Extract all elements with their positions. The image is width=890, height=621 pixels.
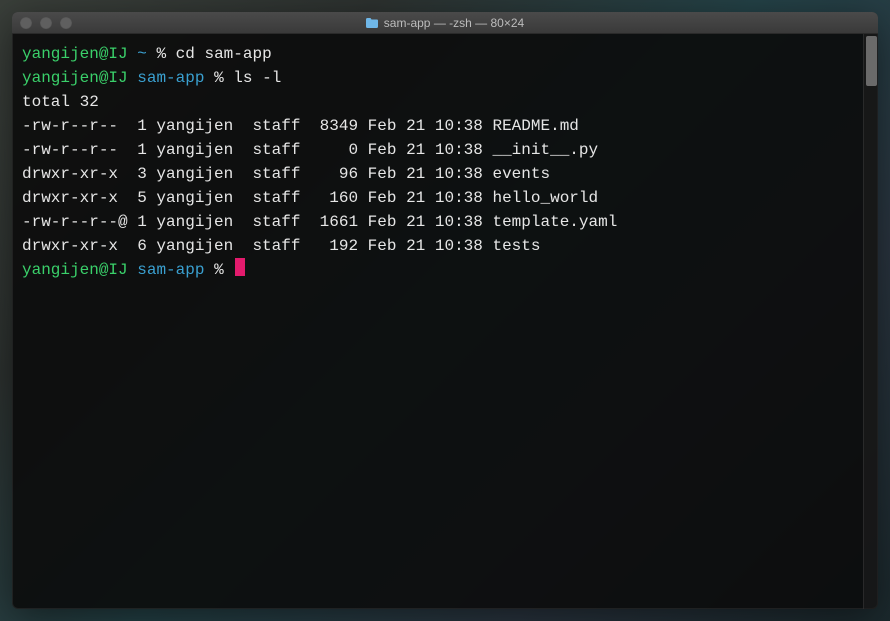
scrollbar-thumb[interactable] (866, 36, 877, 86)
prompt-line: yangijen@IJ sam-app % ls -l (22, 66, 853, 90)
terminal-window: sam-app — -zsh — 80×24 yangijen@IJ ~ % c… (12, 12, 878, 609)
ls-row: drwxr-xr-x 6 yangijen staff 192 Feb 21 1… (22, 234, 853, 258)
cwd-path: ~ (137, 45, 147, 63)
cwd-path: sam-app (137, 261, 204, 279)
ls-row: drwxr-xr-x 5 yangijen staff 160 Feb 21 1… (22, 186, 853, 210)
user-host: yangijen@IJ (22, 45, 128, 63)
user-host: yangijen@IJ (22, 261, 128, 279)
prompt-symbol: % (156, 45, 166, 63)
minimize-icon[interactable] (40, 17, 52, 29)
cwd-path: sam-app (137, 69, 204, 87)
command-text: cd sam-app (176, 45, 272, 63)
window-title-wrap: sam-app — -zsh — 80×24 (12, 16, 878, 30)
prompt-symbol: % (214, 261, 224, 279)
folder-icon (366, 17, 378, 29)
traffic-lights (20, 17, 72, 29)
prompt-symbol: % (214, 69, 224, 87)
command-text: ls -l (233, 69, 281, 87)
ls-row: -rw-r--r-- 1 yangijen staff 8349 Feb 21 … (22, 114, 853, 138)
ls-total-line: total 32 (22, 90, 853, 114)
cursor (235, 258, 245, 276)
user-host: yangijen@IJ (22, 69, 128, 87)
close-icon[interactable] (20, 17, 32, 29)
window-title: sam-app — -zsh — 80×24 (384, 16, 524, 30)
ls-row: -rw-r--r--@ 1 yangijen staff 1661 Feb 21… (22, 210, 853, 234)
ls-row: drwxr-xr-x 3 yangijen staff 96 Feb 21 10… (22, 162, 853, 186)
scrollbar[interactable] (863, 34, 878, 609)
maximize-icon[interactable] (60, 17, 72, 29)
terminal-content[interactable]: yangijen@IJ ~ % cd sam-appyangijen@IJ sa… (12, 34, 863, 609)
ls-row: -rw-r--r-- 1 yangijen staff 0 Feb 21 10:… (22, 138, 853, 162)
prompt-line: yangijen@IJ sam-app % (22, 258, 853, 282)
terminal-body: yangijen@IJ ~ % cd sam-appyangijen@IJ sa… (12, 34, 878, 609)
titlebar[interactable]: sam-app — -zsh — 80×24 (12, 12, 878, 34)
prompt-line: yangijen@IJ ~ % cd sam-app (22, 42, 853, 66)
